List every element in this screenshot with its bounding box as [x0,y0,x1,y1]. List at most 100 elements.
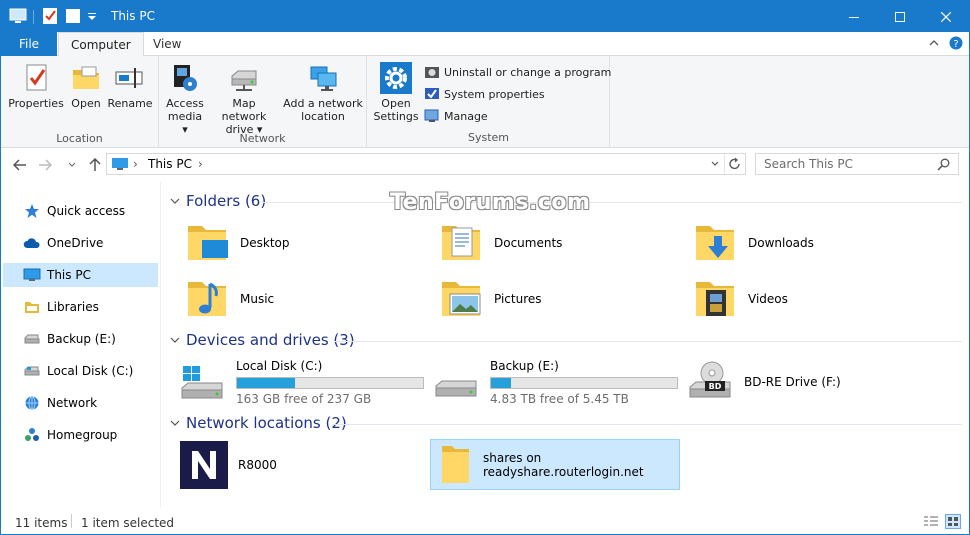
folder-desktop[interactable]: Desktop [184,220,290,266]
sidebar-item-network[interactable]: Network [3,391,158,415]
folder-downloads[interactable]: Downloads [692,220,814,266]
folders-group-title: Folders (6) [186,192,267,210]
system-properties-icon [425,88,439,99]
sidebar-item-label: Libraries [47,300,99,314]
large-icons-view-icon[interactable] [945,514,961,529]
details-view-icon[interactable] [923,515,939,528]
folder-documents[interactable]: Documents [438,220,562,266]
drive-free-space: 4.83 TB free of 5.45 TB [490,392,629,406]
share-name-line-1: shares on [483,450,542,465]
uninstall-program-button[interactable]: Uninstall or change a program [424,64,611,80]
close-button[interactable] [923,1,969,32]
sidebar-item-this-pc[interactable]: This PC [3,263,158,287]
properties-label: Properties [8,97,64,110]
tab-computer[interactable]: Computer [58,32,144,57]
network-globe-icon [23,395,41,411]
sidebar-item-label: This PC [47,268,91,282]
manage-icon [424,109,439,122]
drive-local-disk-c[interactable]: Local Disk (C:) 163 GB free of 237 GB [180,359,424,406]
this-pc-icon[interactable] [9,7,27,25]
folder-music[interactable]: Music [184,276,274,322]
devices-group-header[interactable]: Devices and drives (3) [170,331,355,349]
open-button[interactable]: Open [67,62,105,110]
manage-button[interactable]: Manage [424,108,488,124]
sidebar-item-onedrive[interactable]: OneDrive [3,231,158,255]
customize-toolbar-icon[interactable] [87,7,97,25]
drive-bd-re-f[interactable]: BD BD-RE Drive (F:) [688,359,841,405]
svg-text:?: ? [953,39,958,50]
ribbon-group-location: Properties Open Rename Location [1,56,159,148]
open-settings-label-2: Settings [373,110,419,123]
forward-button[interactable] [36,157,54,173]
folder-name: Downloads [748,236,814,250]
folders-group-header[interactable]: Folders (6) [170,192,266,210]
network-group-header[interactable]: Network locations (2) [170,414,347,432]
rename-button[interactable]: Rename [107,62,153,110]
sidebar-item-quick-access[interactable]: Quick access [3,199,158,223]
properties-button[interactable]: Properties [7,62,65,110]
documents-folder-icon [442,226,480,260]
network-group-title: Network locations (2) [186,414,347,432]
help-icon[interactable]: ? [949,36,963,50]
add-network-location-button[interactable]: Add a network location [283,62,363,123]
folder-pictures[interactable]: Pictures [438,276,542,322]
address-bar[interactable]: › This PC › [106,153,746,175]
network-divider [332,424,962,425]
ribbon-controls: ? [929,36,963,50]
sidebar-item-label: Network [47,396,98,410]
search-box[interactable]: Search This PC [755,153,959,175]
properties-quick-icon[interactable] [42,7,58,25]
sidebar-item-local-disk[interactable]: Local Disk (C:) [3,359,158,383]
search-icon[interactable] [937,158,950,171]
breadcrumb-chevron-icon[interactable]: › [133,157,138,171]
rename-label: Rename [107,97,153,110]
sidebar-item-label: Quick access [47,204,126,218]
breadcrumb-chevron-2-icon[interactable]: › [198,157,203,171]
music-folder-icon [188,282,226,316]
refresh-icon[interactable] [728,157,741,171]
up-button[interactable] [86,157,104,173]
folder-name: Desktop [240,236,290,250]
sidebar-item-libraries[interactable]: Libraries [3,295,158,319]
collapse-ribbon-icon[interactable] [929,39,939,47]
drive-backup-e[interactable]: Backup (E:) 4.83 TB free of 5.45 TB [434,359,678,406]
back-button[interactable] [11,157,29,173]
drive-usage-bar [236,377,424,389]
breadcrumb-this-pc[interactable]: This PC [148,157,192,171]
recent-locations-button[interactable] [63,157,81,173]
minimize-button[interactable] [831,1,877,32]
drive-usage-bar [490,377,678,389]
svg-text:BD: BD [709,382,722,391]
drive-details: Local Disk (C:) 163 GB free of 237 GB [236,359,424,406]
title-bar[interactable]: This PC [1,1,969,32]
maximize-button[interactable] [877,1,923,32]
system-properties-button[interactable]: System properties [424,86,545,102]
uninstall-label: Uninstall or change a program [444,65,612,79]
map-network-drive-button[interactable]: Map network drive ▾ [209,62,279,136]
sidebar-item-backup[interactable]: Backup (E:) [3,327,158,351]
access-media-button[interactable]: Access media ▾ [165,62,205,136]
network-group-label: Network [239,132,286,145]
share-name-line-2: readyshare.routerlogin.net [483,464,644,479]
tab-file[interactable]: File [1,32,57,56]
minimize-icon [849,16,859,18]
drive-name: Local Disk (C:) [236,359,323,373]
new-folder-quick-icon[interactable] [65,7,81,25]
network-location-r8000[interactable]: R8000 [180,441,277,489]
address-dropdown-icon[interactable] [711,161,719,167]
item-count: 11 items [15,516,68,530]
ribbon-group-network: Access media ▾ Map network drive ▾ Add a… [159,56,367,148]
search-input[interactable]: Search This PC [764,157,853,171]
sidebar-item-homegroup[interactable]: Homegroup [3,423,158,447]
drive-name: Backup (E:) [490,359,559,373]
libraries-folder-icon [23,299,41,315]
monitor-icon [23,267,41,283]
tab-view[interactable]: View [141,32,193,56]
network-location-readyshare[interactable]: shares on readyshare.routerlogin.net [430,439,680,490]
up-arrow-icon [89,158,101,171]
settings-gear-icon [380,62,412,94]
chevron-down-icon [170,337,180,343]
open-settings-button[interactable]: Open Settings [373,62,419,123]
manage-label: Manage [444,109,488,123]
folder-videos[interactable]: Videos [692,276,788,322]
